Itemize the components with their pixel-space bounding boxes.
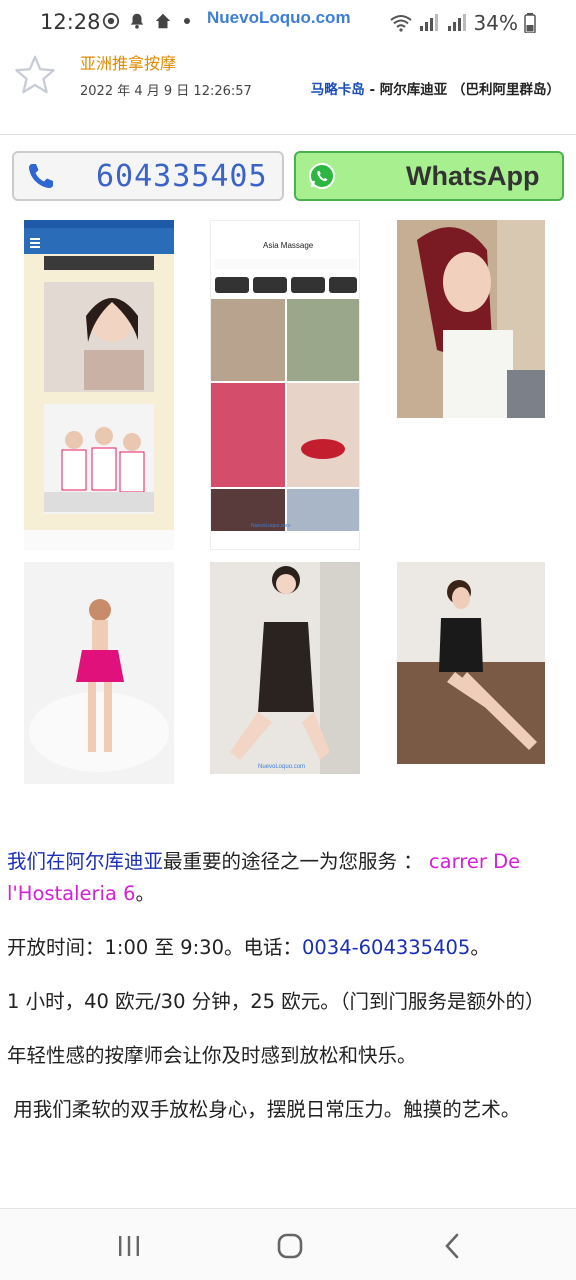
home-button-icon[interactable] xyxy=(275,1231,305,1261)
post-date: 2022 年 4 月 9 日 12:26:57 xyxy=(80,84,252,99)
phone-icon xyxy=(29,164,53,188)
description-paragraph-5: 用我们柔软的双手放松身心，摆脱日常压力。触摸的艺术。 xyxy=(7,1098,521,1121)
woman-photo-image xyxy=(24,562,174,784)
description-paragraph-4: 年轻性感的按摩师会让你及时感到放松和快乐。 xyxy=(7,1044,417,1067)
system-navigation-bar xyxy=(0,1208,576,1280)
woman-photo-image xyxy=(397,562,545,764)
app-screenshot-image xyxy=(24,220,174,550)
ad-photo-2[interactable]: Asia Massage NuevoLoquo.com xyxy=(210,220,360,550)
call-button[interactable]: 604335405 xyxy=(12,151,284,201)
back-icon[interactable] xyxy=(438,1231,468,1261)
woman-photo-image: NuevoLoquo.com xyxy=(210,562,360,774)
ad-photo-4[interactable] xyxy=(24,562,174,784)
category-link[interactable]: 亚洲推拿按摩 xyxy=(80,50,176,74)
description-text: 。 xyxy=(135,882,156,905)
watermark-text: NuevoLoquo.com xyxy=(207,8,351,27)
target-icon xyxy=(102,12,120,30)
wifi-icon xyxy=(389,15,412,32)
ad-photo-5[interactable]: NuevoLoquo.com xyxy=(210,562,360,774)
screenshot-watermark: NuevoLoquo.com xyxy=(251,523,290,529)
bell-icon xyxy=(130,13,144,29)
battery-percent: 34% xyxy=(473,11,518,35)
location-rest: - 阿尔库迪亚 （巴利阿里群岛） xyxy=(364,82,560,98)
whatsapp-icon xyxy=(309,163,335,189)
description-paragraph-2: 开放时间：1:00 至 9:30。电话：0034-604335405。 xyxy=(7,932,567,964)
whatsapp-button[interactable]: WhatsApp xyxy=(294,151,564,201)
home-icon xyxy=(155,13,171,29)
description-text: 。 xyxy=(470,936,490,959)
status-icons-right: 34% xyxy=(389,11,536,35)
location-text-link[interactable]: 我们在阿尔库迪亚 xyxy=(7,850,163,873)
woman-photo-image xyxy=(397,220,545,418)
signal-icon-2 xyxy=(447,14,466,31)
battery-icon xyxy=(524,13,536,33)
phone-number: 604335405 xyxy=(96,158,268,194)
description-paragraph-3: 1 小时，40 欧元/30 分钟，25 欧元。（门到门服务是额外的） xyxy=(7,990,545,1013)
description-text: 开放时间：1:00 至 9:30。电话： xyxy=(7,936,302,959)
location: 马略卡岛 - 阿尔库迪亚 （巴利阿里群岛） xyxy=(311,78,560,98)
description-text: 最重要的途径之一为您服务 ： xyxy=(163,850,429,873)
phone-text-link[interactable]: 0034-604335405 xyxy=(302,936,470,959)
signal-icon xyxy=(419,14,438,31)
status-icons-left xyxy=(102,12,190,30)
ad-photo-6[interactable] xyxy=(397,562,545,764)
app-screenshot-image: Asia Massage NuevoLoquo.com xyxy=(211,221,359,531)
status-time: 12:28 xyxy=(40,10,101,34)
header-divider xyxy=(0,134,576,135)
favorite-star-icon[interactable] xyxy=(14,54,56,96)
whatsapp-label: WhatsApp xyxy=(406,160,540,191)
location-link[interactable]: 马略卡岛 xyxy=(311,82,365,98)
notification-dot-icon xyxy=(184,18,190,24)
ad-photo-3[interactable] xyxy=(397,220,545,418)
description-paragraph-1: 我们在阿尔库迪亚最重要的途径之一为您服务 ： carrer De l'Hosta… xyxy=(7,846,567,910)
recent-apps-icon[interactable] xyxy=(114,1231,144,1261)
photo-watermark: NuevoLoquo.com xyxy=(258,764,305,770)
ad-header: 亚洲推拿按摩 2022 年 4 月 9 日 12:26:57 马略卡岛 - 阿尔… xyxy=(0,44,576,134)
status-bar: 12:28 NuevoLoquo.com 34% xyxy=(0,0,576,44)
ad-photo-1[interactable] xyxy=(24,220,174,550)
screenshot-app-title: Asia Massage xyxy=(263,241,314,250)
ad-description: 我们在阿尔库迪亚最重要的途径之一为您服务 ： carrer De l'Hosta… xyxy=(7,846,567,1148)
